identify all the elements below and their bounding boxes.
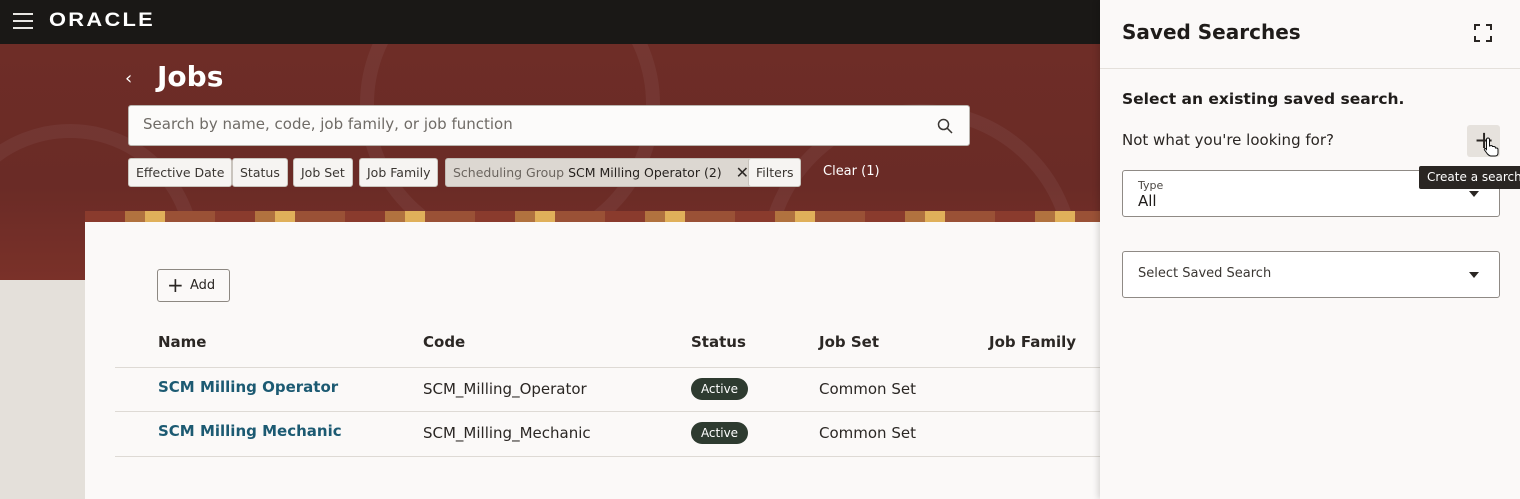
filter-status[interactable]: Status [232, 158, 288, 187]
clear-filters-link[interactable]: Clear (1) [823, 164, 880, 179]
column-header-job-set[interactable]: Job Set [819, 333, 879, 351]
type-value: All [1138, 192, 1157, 210]
plus-icon: + [167, 273, 184, 297]
back-chevron-icon[interactable]: ‹ [125, 68, 132, 89]
oracle-logo[interactable]: ORACLE [49, 10, 155, 32]
create-search-tooltip: Create a search [1419, 166, 1520, 189]
filter-job-family[interactable]: Job Family [359, 158, 439, 187]
job-name-link[interactable]: SCM Milling Operator [158, 378, 338, 396]
decorative-band [85, 211, 1100, 222]
filter-scheduling-group[interactable]: Scheduling Group SCM Milling Operator (2… [445, 158, 758, 187]
job-set: Common Set [819, 380, 916, 398]
filters-button[interactable]: Filters [748, 158, 802, 187]
column-header-name[interactable]: Name [158, 333, 206, 351]
job-code: SCM_Milling_Mechanic [423, 424, 591, 442]
row-divider [115, 367, 1100, 368]
drawer-question: Not what you're looking for? [1122, 131, 1334, 149]
add-button[interactable]: + Add [157, 269, 230, 302]
menu-icon[interactable] [13, 13, 33, 29]
job-code: SCM_Milling_Operator [423, 380, 587, 398]
saved-search-select[interactable]: Select Saved Search [1122, 251, 1500, 298]
row-divider [115, 456, 1100, 457]
pointer-cursor-icon [1483, 137, 1499, 157]
drawer-divider [1100, 68, 1520, 69]
job-set: Common Set [819, 424, 916, 442]
add-button-label: Add [190, 278, 216, 293]
row-divider [115, 411, 1100, 412]
search-icon[interactable] [937, 118, 953, 134]
results-card: + Add Name Code Status Job Set Job Famil… [85, 222, 1100, 499]
job-name-link[interactable]: SCM Milling Mechanic [158, 422, 342, 440]
filter-value: SCM Milling Operator (2) [568, 165, 722, 180]
search-input[interactable] [143, 115, 923, 133]
filter-effective-date[interactable]: Effective Date [128, 158, 233, 187]
column-header-status[interactable]: Status [691, 333, 746, 351]
column-header-job-family[interactable]: Job Family [989, 333, 1076, 351]
expand-icon[interactable] [1474, 24, 1492, 42]
background-panel [0, 280, 85, 499]
filter-label: Scheduling Group [453, 165, 565, 180]
status-badge: Active [691, 422, 748, 444]
column-header-code[interactable]: Code [423, 333, 465, 351]
saved-search-placeholder: Select Saved Search [1138, 266, 1272, 281]
status-badge: Active [691, 378, 748, 400]
search-box[interactable] [128, 105, 970, 146]
drawer-subtitle: Select an existing saved search. [1122, 90, 1405, 108]
type-label: Type [1138, 179, 1164, 192]
chevron-down-icon [1469, 191, 1479, 197]
filter-job-set[interactable]: Job Set [293, 158, 353, 187]
saved-searches-drawer: Saved Searches Select an existing saved … [1100, 0, 1520, 499]
drawer-title: Saved Searches [1122, 20, 1301, 44]
page-title: Jobs [157, 60, 224, 93]
chevron-down-icon [1469, 272, 1479, 278]
